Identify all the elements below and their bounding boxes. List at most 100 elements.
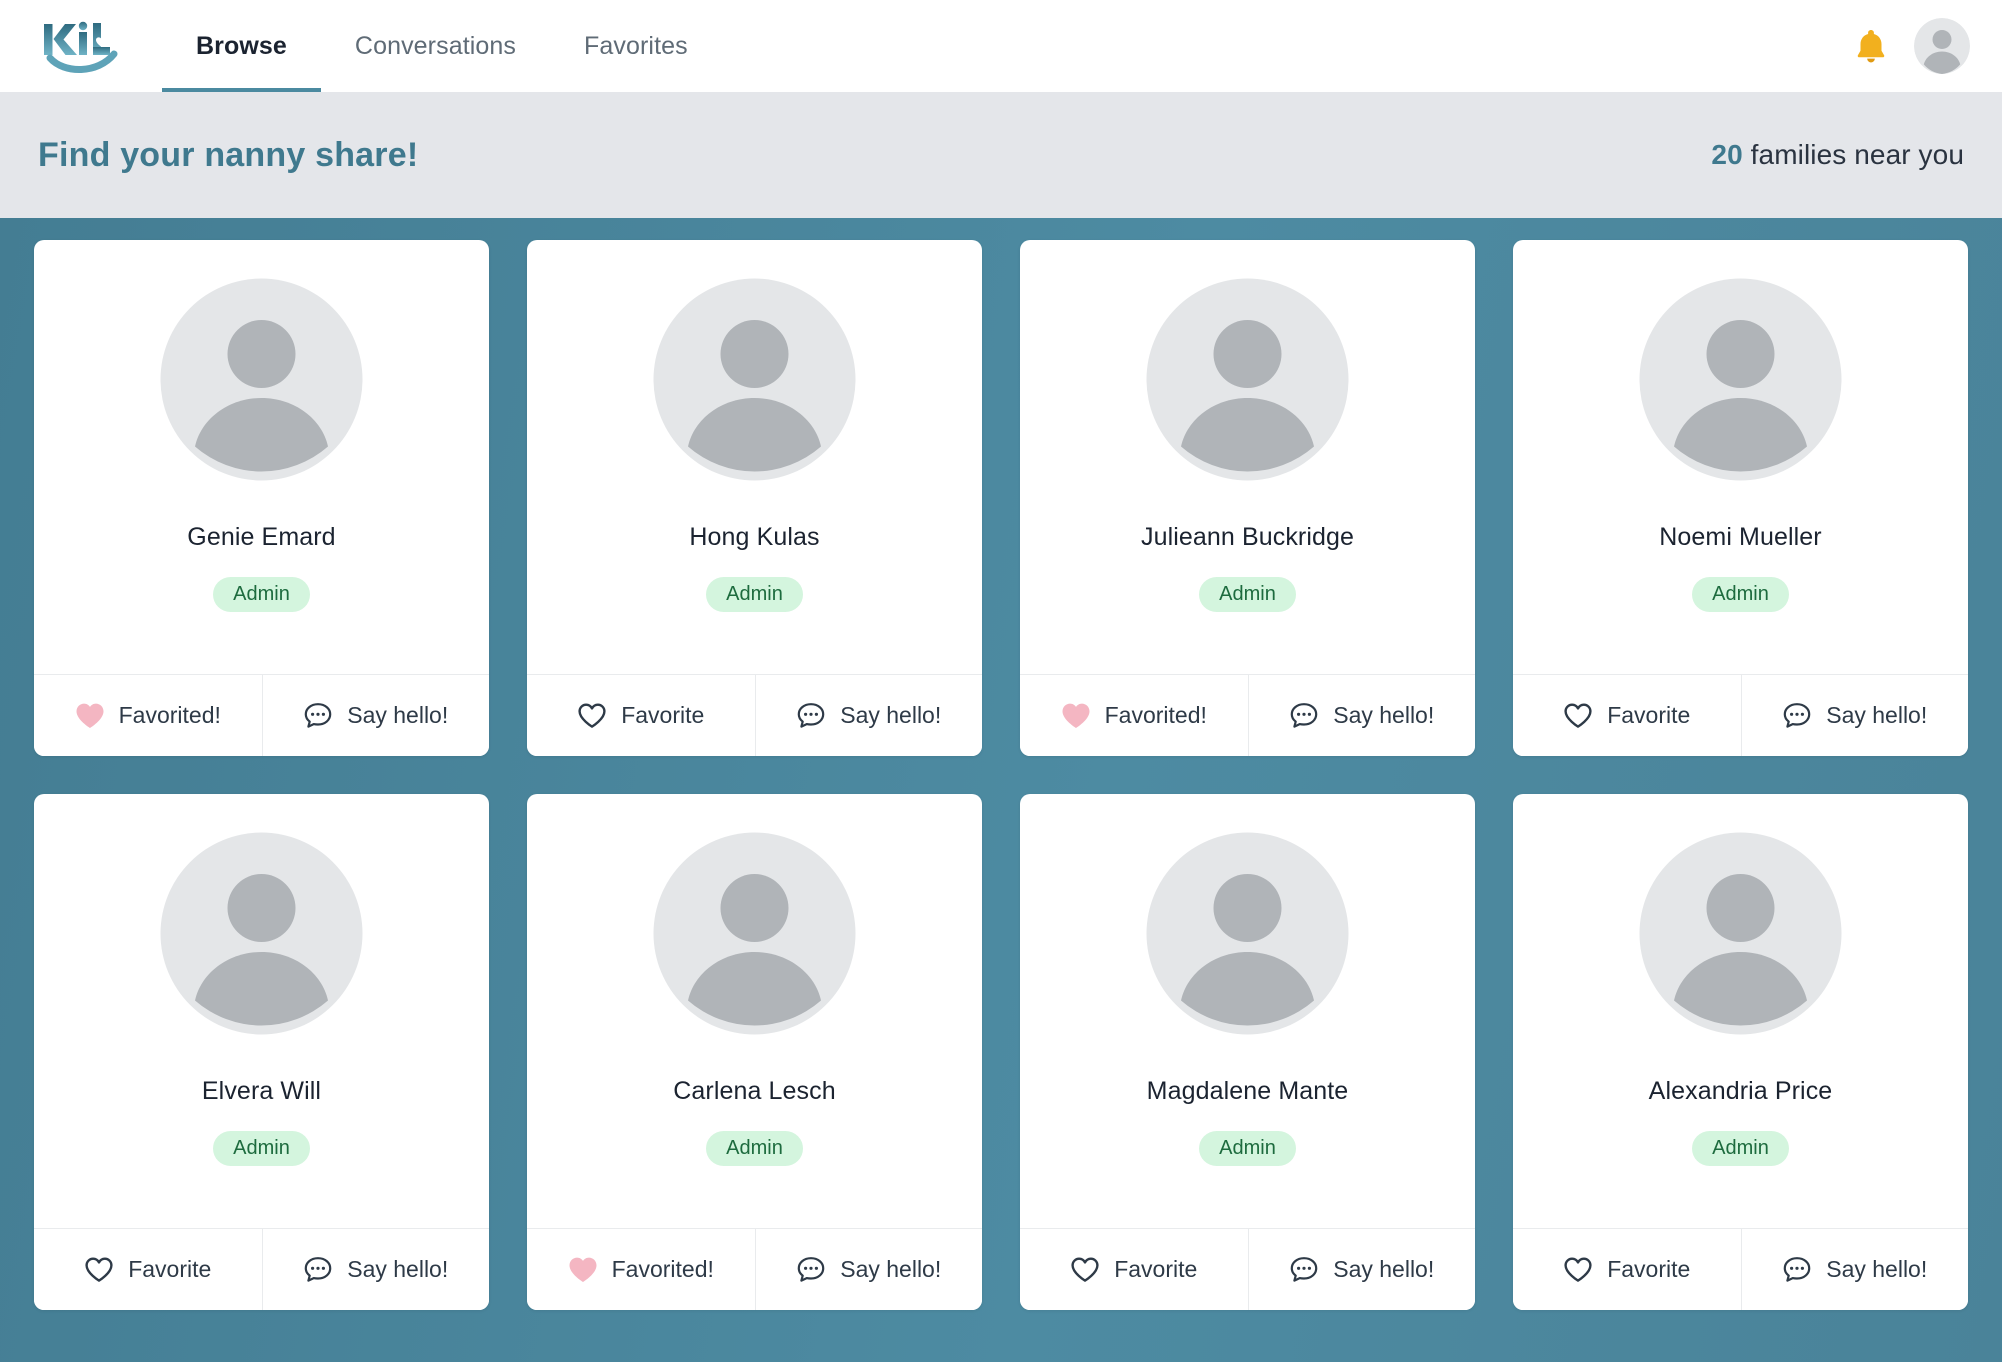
nav-tab-browse-label: Browse xyxy=(196,31,287,60)
family-card[interactable]: Elvera Will Admin Favorite Say hello! xyxy=(34,794,489,1310)
page-title: Find your nanny share! xyxy=(38,135,419,174)
favorite-button-label: Favorite xyxy=(1607,1256,1691,1282)
nav-tab-conversations[interactable]: Conversations xyxy=(321,0,550,92)
heart-outline-icon xyxy=(1564,703,1592,728)
role-badge: Admin xyxy=(1199,577,1296,612)
chat-bubble-icon xyxy=(1783,702,1811,728)
favorite-button[interactable]: Favorited! xyxy=(527,1229,755,1310)
say-hello-button-label: Say hello! xyxy=(347,1256,449,1282)
chat-bubble-icon xyxy=(304,702,332,728)
chat-bubble-icon xyxy=(1783,1256,1811,1282)
role-badge: Admin xyxy=(1692,1131,1789,1166)
family-card-body: Carlena Lesch Admin xyxy=(527,794,982,1228)
profile-avatar-icon xyxy=(653,832,856,1035)
say-hello-button-label: Say hello! xyxy=(1333,1256,1435,1282)
chat-bubble-icon xyxy=(1290,702,1318,728)
chat-bubble-icon xyxy=(797,1256,825,1282)
say-hello-button[interactable]: Say hello! xyxy=(1247,675,1475,756)
family-card[interactable]: Hong Kulas Admin Favorite Say hello! xyxy=(527,240,982,756)
families-count-number: 20 xyxy=(1711,139,1743,170)
favorite-button[interactable]: Favorite xyxy=(1020,1229,1248,1310)
family-card-footer: Favorite Say hello! xyxy=(1513,674,1968,756)
say-hello-button[interactable]: Say hello! xyxy=(754,1229,982,1310)
profile-avatar-icon xyxy=(1639,278,1842,481)
say-hello-button[interactable]: Say hello! xyxy=(1740,1229,1968,1310)
family-name: Genie Emard xyxy=(187,523,336,551)
say-hello-button-label: Say hello! xyxy=(347,702,449,728)
role-badge: Admin xyxy=(1199,1131,1296,1166)
role-badge: Admin xyxy=(1692,577,1789,612)
favorite-button[interactable]: Favorite xyxy=(1513,675,1741,756)
say-hello-button-label: Say hello! xyxy=(1333,702,1435,728)
say-hello-button-label: Say hello! xyxy=(840,702,942,728)
family-card[interactable]: Julieann Buckridge Admin Favorited! Say hel… xyxy=(1020,240,1475,756)
family-card-body: Noemi Mueller Admin xyxy=(1513,240,1968,674)
app-root: Browse Conversations Favorites Find your… xyxy=(0,0,2002,1362)
families-near-you-count: 20 families near you xyxy=(1711,139,1964,171)
nav-tab-conversations-label: Conversations xyxy=(354,31,517,60)
family-card-footer: Favorited! Say hello! xyxy=(34,674,489,756)
family-card-body: Elvera Will Admin xyxy=(34,794,489,1228)
family-card-footer: Favorite Say hello! xyxy=(1513,1228,1968,1310)
profile-avatar-icon xyxy=(1146,278,1349,481)
family-name: Carlena Lesch xyxy=(673,1077,836,1105)
nav-tab-browse[interactable]: Browse xyxy=(162,0,321,92)
family-card-footer: Favorited! Say hello! xyxy=(1020,674,1475,756)
say-hello-button-label: Say hello! xyxy=(840,1256,942,1282)
chat-bubble-icon xyxy=(304,1256,332,1282)
say-hello-button[interactable]: Say hello! xyxy=(261,1229,489,1310)
say-hello-button[interactable]: Say hello! xyxy=(261,675,489,756)
favorite-button-label: Favorited! xyxy=(1104,702,1207,728)
nav-tab-favorites[interactable]: Favorites xyxy=(550,0,722,92)
family-name: Elvera Will xyxy=(201,1077,322,1105)
family-card[interactable]: Noemi Mueller Admin Favorite Say hello! xyxy=(1513,240,1968,756)
heart-outline-icon xyxy=(1071,1257,1099,1282)
heart-outline-icon xyxy=(1564,1257,1592,1282)
say-hello-button[interactable]: Say hello! xyxy=(1740,675,1968,756)
favorite-button[interactable]: Favorited! xyxy=(1020,675,1248,756)
chat-bubble-icon xyxy=(1290,1256,1318,1282)
family-card-body: Hong Kulas Admin xyxy=(527,240,982,674)
say-hello-button[interactable]: Say hello! xyxy=(754,675,982,756)
family-card-footer: Favorite Say hello! xyxy=(34,1228,489,1310)
heart-filled-icon xyxy=(76,703,104,728)
family-name: Alexandria Price xyxy=(1648,1077,1833,1105)
family-card[interactable]: Carlena Lesch Admin Favorited! Say hello! xyxy=(527,794,982,1310)
say-hello-button-label: Say hello! xyxy=(1826,702,1928,728)
family-card-body: Genie Emard Admin xyxy=(34,240,489,674)
favorite-button[interactable]: Favorite xyxy=(1513,1229,1741,1310)
family-card-body: Julieann Buckridge Admin xyxy=(1020,240,1475,674)
say-hello-button[interactable]: Say hello! xyxy=(1247,1229,1475,1310)
browse-main: Genie Emard Admin Favorited! Say hello! Hon… xyxy=(0,218,2002,1362)
family-card-footer: Favorited! Say hello! xyxy=(527,1228,982,1310)
family-card[interactable]: Magdalene Mante Admin Favorite Say hello! xyxy=(1020,794,1475,1310)
heart-outline-icon xyxy=(85,1257,113,1282)
favorite-button[interactable]: Favorited! xyxy=(34,675,262,756)
family-card-body: Magdalene Mante Admin xyxy=(1020,794,1475,1228)
favorite-button-label: Favorited! xyxy=(611,1256,714,1282)
profile-avatar-icon xyxy=(160,832,363,1035)
family-card[interactable]: Genie Emard Admin Favorited! Say hello! xyxy=(34,240,489,756)
heart-filled-icon xyxy=(1062,703,1090,728)
favorite-button[interactable]: Favorite xyxy=(34,1229,262,1310)
family-name: Julieann Buckridge xyxy=(1140,523,1355,551)
favorite-button-label: Favorite xyxy=(1114,1256,1198,1282)
user-avatar-icon[interactable] xyxy=(1914,18,1970,74)
page-subheader: Find your nanny share! 20 families near … xyxy=(0,92,2002,218)
say-hello-button-label: Say hello! xyxy=(1826,1256,1928,1282)
header-actions xyxy=(1854,18,1970,74)
kidl-logo[interactable] xyxy=(38,18,126,74)
favorite-button-label: Favorite xyxy=(1607,702,1691,728)
app-header: Browse Conversations Favorites xyxy=(0,0,2002,92)
main-nav: Browse Conversations Favorites xyxy=(162,0,722,92)
favorite-button-label: Favorited! xyxy=(118,702,221,728)
heart-outline-icon xyxy=(578,703,606,728)
family-card[interactable]: Alexandria Price Admin Favorite Say hello! xyxy=(1513,794,1968,1310)
family-name: Hong Kulas xyxy=(689,523,820,551)
bell-icon[interactable] xyxy=(1854,27,1888,65)
favorite-button[interactable]: Favorite xyxy=(527,675,755,756)
families-count-suffix: families near you xyxy=(1742,139,1964,170)
profile-avatar-icon xyxy=(1639,832,1842,1035)
role-badge: Admin xyxy=(213,577,310,612)
chat-bubble-icon xyxy=(797,702,825,728)
